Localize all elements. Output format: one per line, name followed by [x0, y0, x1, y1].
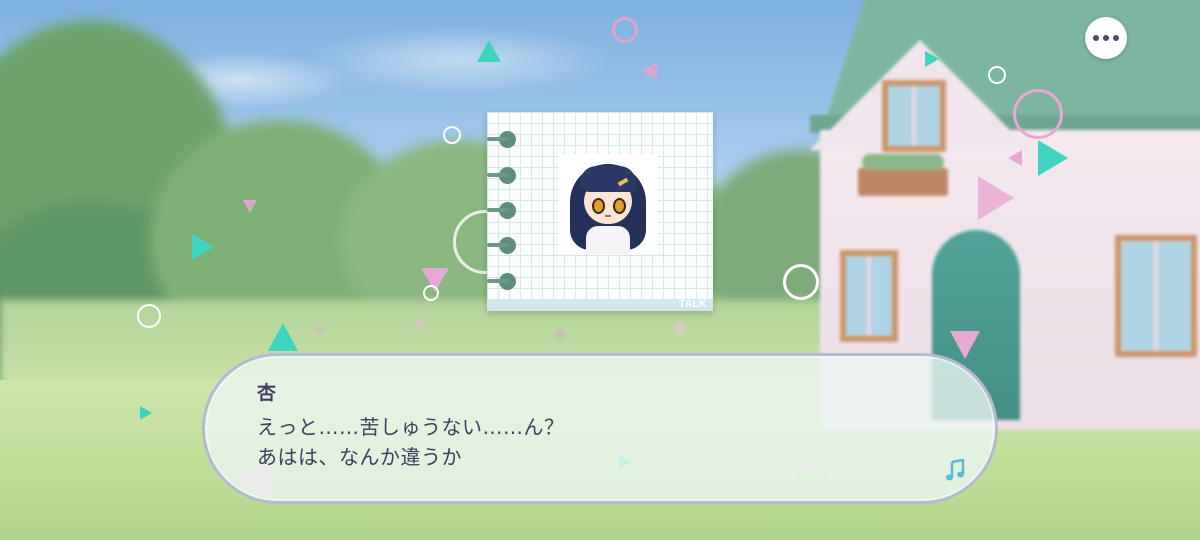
music-note-icon	[946, 459, 965, 481]
binder-wire	[487, 137, 509, 141]
more-options-button[interactable]	[1085, 17, 1127, 59]
speaker-name: 杏	[257, 382, 277, 404]
deco-triangle	[925, 51, 939, 67]
dot	[1113, 35, 1119, 41]
deco-triangle	[641, 62, 657, 80]
deco-ring	[783, 264, 819, 300]
deco-triangle	[950, 331, 980, 359]
portrait-body	[586, 226, 630, 254]
deco-triangle	[243, 200, 257, 213]
deco-triangle	[477, 40, 501, 62]
binder-wire	[487, 173, 509, 177]
dialogue-line: えっと……苦しゅうない……ん？	[257, 415, 565, 439]
talk-strip: TALK	[487, 299, 713, 311]
deco-triangle	[1038, 140, 1068, 176]
deco-triangle	[140, 406, 152, 420]
deco-ring	[612, 17, 638, 43]
dialogue-box[interactable]: 杏 えっと……苦しゅうない……ん？ あはは、なんか違うか	[202, 353, 998, 504]
portrait-mouth	[605, 215, 611, 217]
dialogue-line: あはは、なんか違うか	[257, 445, 462, 469]
deco-ring	[443, 126, 461, 144]
talk-card: TALK	[487, 112, 713, 311]
binder-wire	[487, 243, 509, 247]
deco-triangle	[192, 234, 214, 260]
character-portrait	[558, 154, 658, 254]
binder-wire	[487, 279, 509, 283]
deco-triangle	[978, 176, 1014, 220]
deco-ring	[423, 285, 439, 301]
portrait-eye	[613, 198, 626, 214]
binder-wire	[487, 208, 509, 212]
talk-label: TALK	[679, 299, 707, 310]
deco-ring	[137, 304, 161, 328]
dot	[1093, 35, 1099, 41]
deco-triangle	[268, 323, 298, 351]
dot	[1103, 35, 1109, 41]
portrait-eye	[592, 198, 605, 214]
deco-ring	[1013, 89, 1063, 139]
deco-ring	[988, 66, 1006, 84]
deco-triangle	[1008, 150, 1022, 166]
